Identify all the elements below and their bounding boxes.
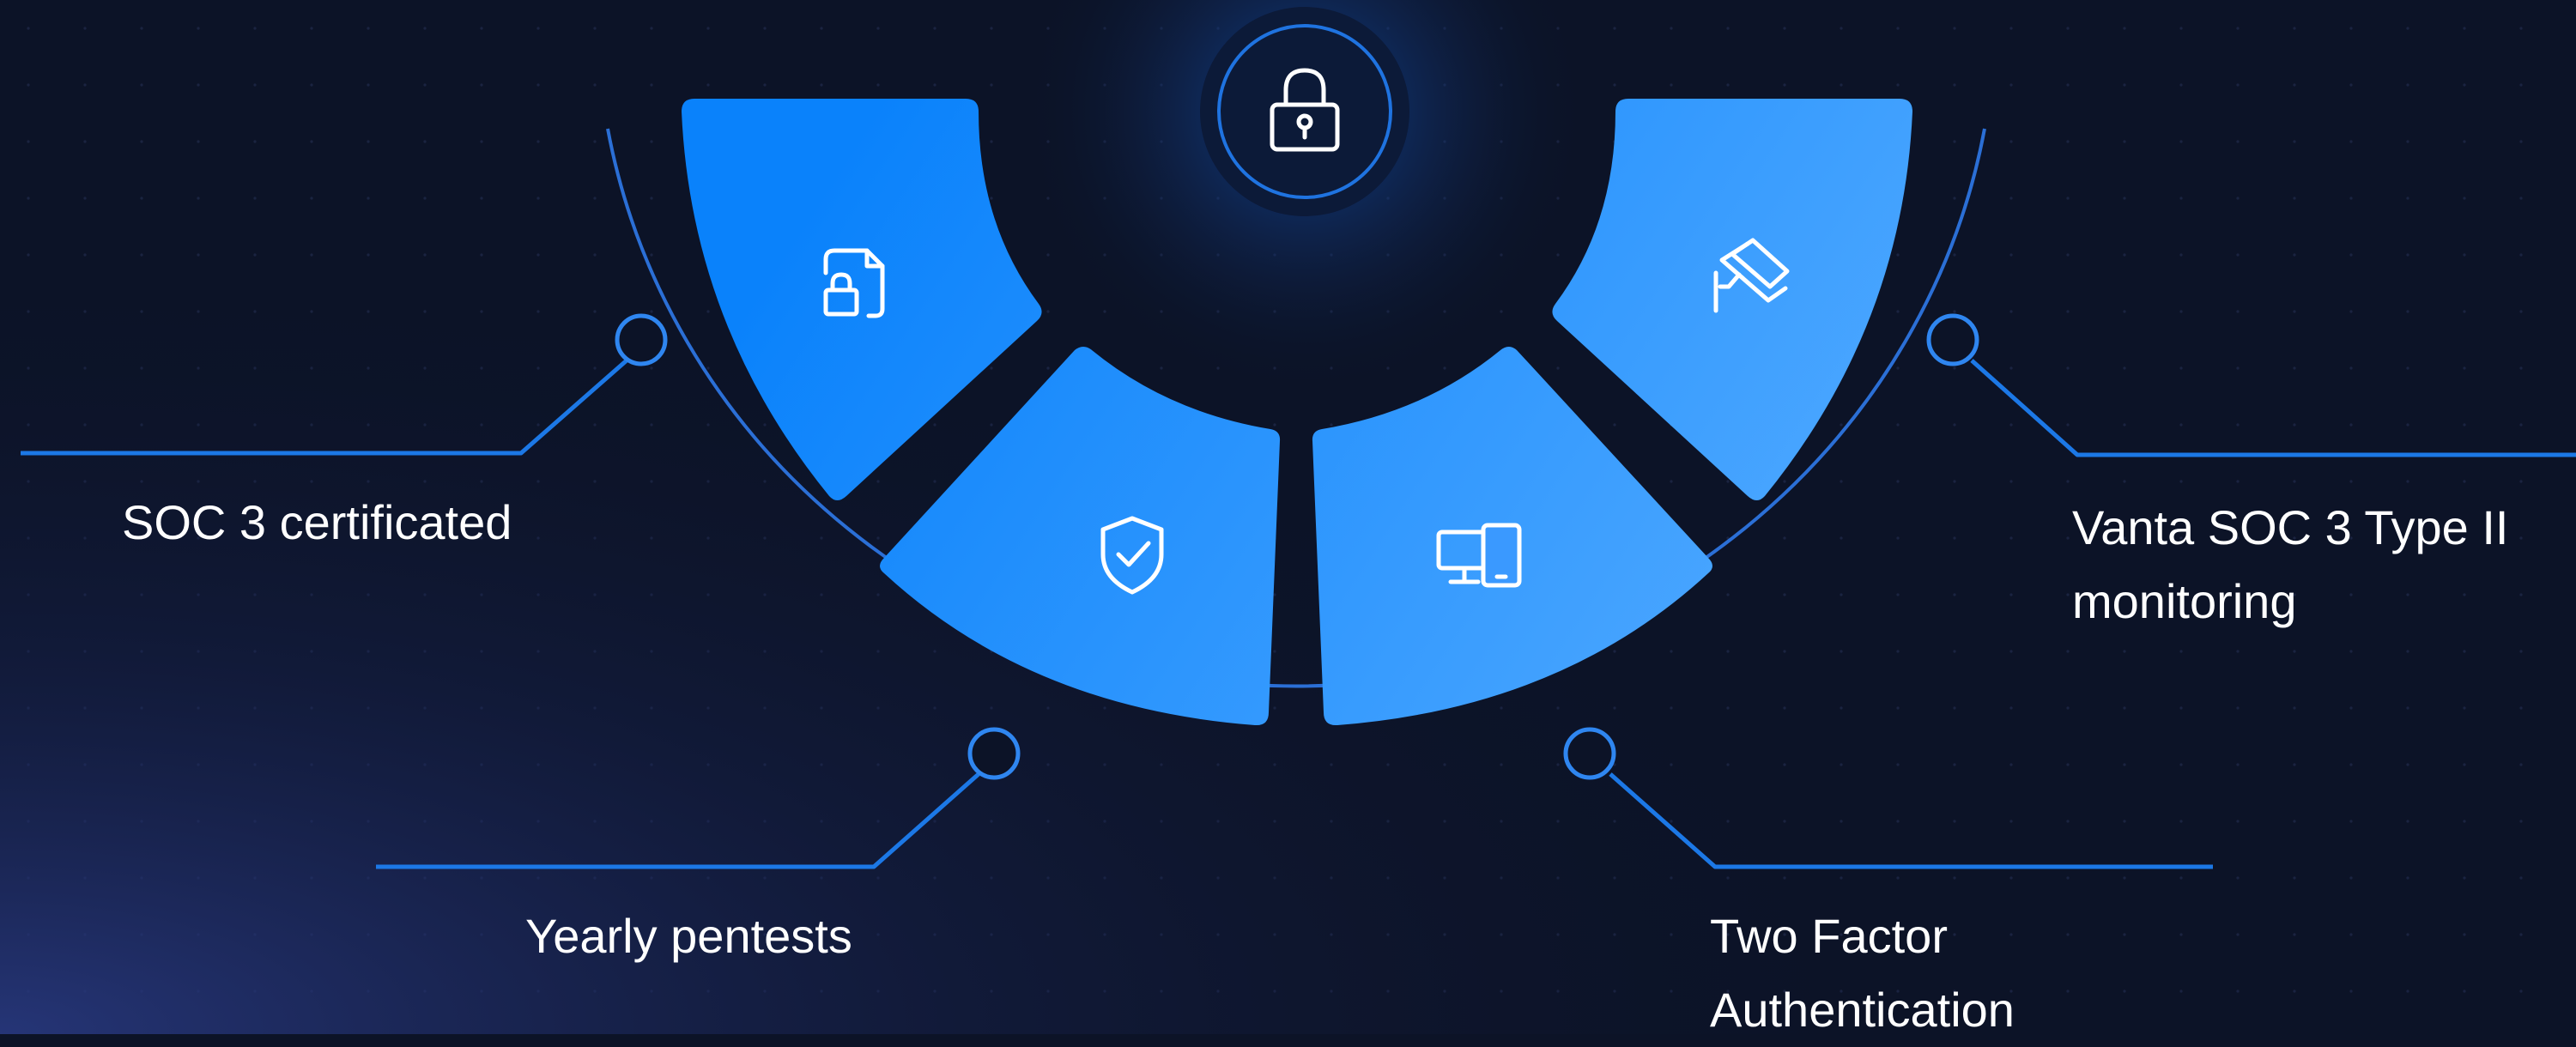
callout-pentests-line-1: Yearly pentests [525,909,852,963]
hub [1200,7,1409,216]
callout-vanta-line-1: Vanta SOC 3 Type II [2072,500,2509,554]
node-two-factor [1563,727,1616,780]
callout-soc3-line-1: SOC 3 certificated [122,495,512,549]
callout-vanta-line-2: monitoring [2072,574,2297,628]
callout-two-factor-line-1: Two Factor [1710,909,1948,963]
callout-pentests: Yearly pentests [525,899,852,973]
node-pentests [967,727,1021,780]
node-soc3 [615,313,668,366]
callout-two-factor-line-2: Authentication [1710,983,2015,1037]
callout-soc3: SOC 3 certificated [122,486,512,560]
callout-two-factor: Two Factor Authentication [1710,899,2015,1047]
node-vanta [1926,313,1979,366]
callout-vanta: Vanta SOC 3 Type II monitoring [2072,491,2508,638]
